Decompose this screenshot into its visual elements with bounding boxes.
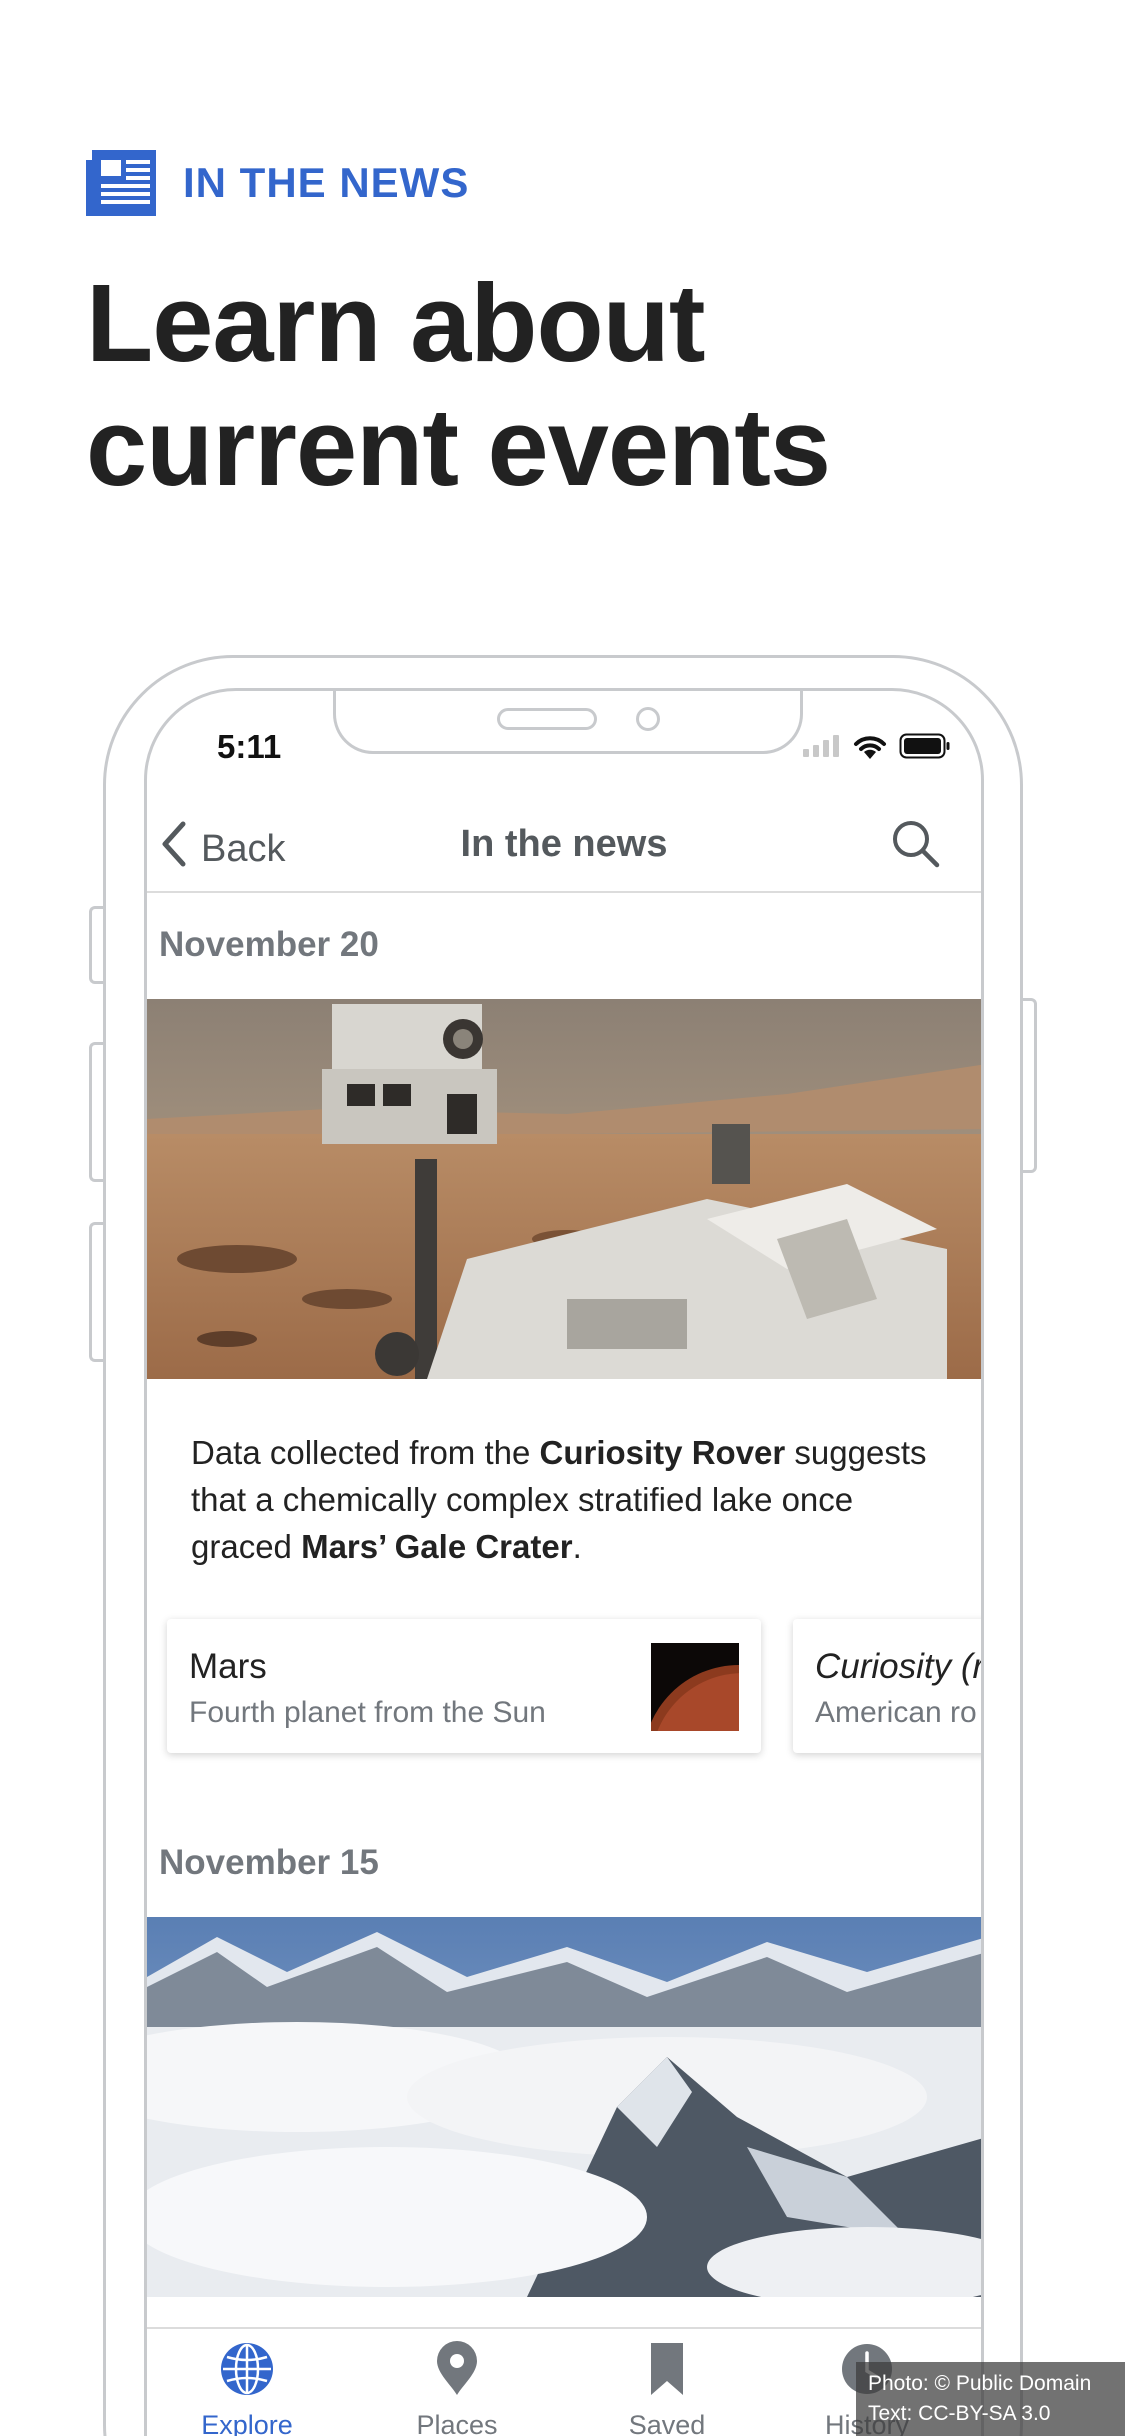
phone-volume-down [89, 1222, 103, 1362]
tab-places[interactable]: Places [387, 2341, 527, 2436]
battery-icon [899, 733, 951, 764]
article-card-curiosity[interactable]: Curiosity (r American ro [793, 1619, 984, 1753]
newspaper-icon [86, 150, 156, 216]
phone-volume-up [89, 1042, 103, 1182]
tab-explore[interactable]: Explore [177, 2341, 317, 2436]
text-license: Text: CC-BY-SA 3.0 [868, 2402, 1051, 2425]
tab-saved[interactable]: Saved [597, 2341, 737, 2436]
tab-saved-label: Saved [628, 2410, 706, 2436]
tab-explore-label: Explore [201, 2410, 293, 2436]
story-text-3: . [572, 1528, 582, 1565]
headline-line-2: current events [86, 386, 831, 509]
mountains-image[interactable] [147, 1917, 981, 2297]
search-icon [891, 821, 941, 873]
mars-rover-image[interactable] [147, 999, 981, 1379]
article-card-mars[interactable]: Mars Fourth planet from the Sun [167, 1619, 761, 1753]
bookmark-icon [639, 2343, 695, 2401]
globe-icon [219, 2343, 275, 2401]
section-eyebrow: IN THE NEWS [86, 150, 469, 216]
search-button[interactable] [891, 819, 941, 869]
phone-power-button [1023, 998, 1037, 1173]
status-icons [803, 733, 951, 764]
nav-title: In the news [460, 823, 668, 865]
date-header: November 20 [159, 925, 379, 964]
card-description: American ro [815, 1696, 977, 1729]
card-title: Curiosity (r [815, 1647, 984, 1686]
date-header: November 15 [159, 1843, 379, 1882]
phone-notch [333, 691, 803, 754]
map-pin-icon [429, 2341, 485, 2401]
photo-credit: Photo: © Public Domain [868, 2372, 1092, 2395]
story-text-1: Data collected from the [191, 1434, 540, 1471]
speaker-grille [497, 708, 597, 730]
story-text: Data collected from the Curiosity Rover … [191, 1429, 951, 1570]
phone-mute-switch [89, 906, 103, 984]
navigation-bar: Back In the news [147, 791, 981, 893]
story-link-gale-crater[interactable]: Mars’ Gale Crater [301, 1528, 572, 1565]
promo-headline: Learn about current events [86, 262, 1066, 510]
headline-line-1: Learn about [86, 262, 705, 385]
front-camera [636, 707, 660, 731]
card-title: Mars [189, 1647, 267, 1686]
eyebrow-label: IN THE NEWS [183, 159, 470, 206]
status-time: 5:11 [217, 728, 282, 765]
mars-thumbnail [643, 1643, 761, 1753]
wifi-icon [853, 733, 887, 764]
cellular-signal-icon [803, 735, 841, 762]
card-description: Fourth planet from the Sun [189, 1696, 546, 1729]
story-link-curiosity-rover[interactable]: Curiosity Rover [540, 1434, 786, 1471]
image-attribution: Photo: © Public Domain Text: CC-BY-SA 3.… [856, 2362, 1125, 2436]
phone-screen: 5:11 Back In the news November 20 Data c… [144, 688, 984, 2436]
tab-places-label: Places [416, 2410, 498, 2436]
